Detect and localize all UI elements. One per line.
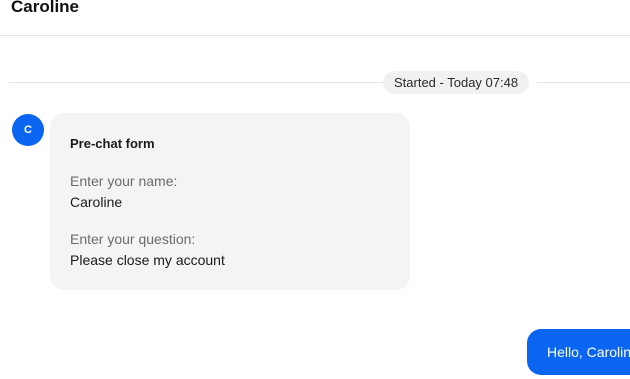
name-field-label: Enter your name: [70, 173, 178, 189]
chat-header: Caroline [0, 0, 630, 36]
timeline-divider-left [9, 82, 383, 83]
question-field-label: Enter your question: [70, 231, 196, 247]
contact-name-title: Caroline [11, 0, 80, 16]
conversation-started-badge: Started - Today 07:48 [383, 71, 530, 94]
agent-message-bubble: Hello, Caroline [527, 329, 630, 375]
prechat-form-title: Pre-chat form [70, 136, 155, 151]
name-field-value: Caroline [70, 194, 123, 210]
prechat-form-card: Pre-chat form Enter your name: Caroline … [50, 113, 410, 290]
timeline-divider-right [537, 82, 630, 83]
avatar: C [12, 114, 44, 146]
question-field-value: Please close my account [70, 252, 225, 268]
chat-view: Caroline Started - Today 07:48 C Pre-cha… [0, 0, 630, 379]
